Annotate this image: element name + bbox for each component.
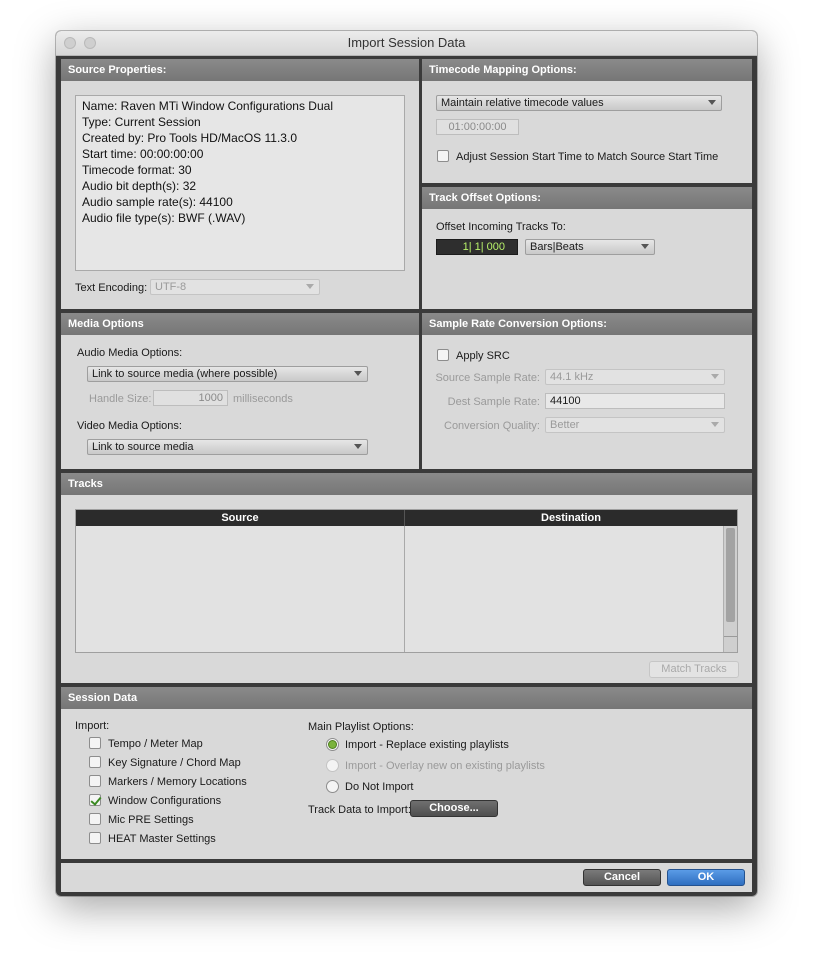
chevron-down-icon (306, 284, 314, 289)
offset-unit-select[interactable]: Bars|Beats (525, 239, 655, 255)
cancel-button[interactable]: Cancel (583, 869, 661, 886)
playlist-options-label: Main Playlist Options: (308, 721, 414, 733)
scrollbar-divider (724, 636, 737, 637)
panel-header: Source Properties: (61, 59, 419, 81)
session-data-panel: Session Data Import: Tempo / Meter Map K… (61, 687, 752, 859)
apply-src-checkbox[interactable] (437, 349, 449, 361)
chevron-down-icon (354, 444, 362, 449)
source-rate-value: 44.1 kHz (550, 371, 594, 383)
ok-button[interactable]: OK (667, 869, 745, 886)
panel-header: Session Data (61, 687, 752, 709)
timecode-field[interactable]: 01:00:00:00 (436, 119, 519, 135)
audio-media-select[interactable]: Link to source media (where possible) (87, 366, 368, 382)
property-line: Audio bit depth(s): 32 (82, 179, 197, 193)
chevron-down-icon (711, 422, 719, 427)
markers-checkbox[interactable] (89, 775, 101, 787)
adjust-start-time-checkbox[interactable] (437, 150, 449, 162)
source-column-header[interactable]: Source (76, 510, 405, 526)
chevron-down-icon (354, 371, 362, 376)
window-configurations-label: Window Configurations (108, 795, 222, 807)
property-line: Name: Raven MTi Window Configurations Du… (82, 99, 333, 113)
mic-pre-label: Mic PRE Settings (108, 814, 194, 826)
panel-header: Timecode Mapping Options: (422, 59, 752, 81)
timecode-mapping-panel: Timecode Mapping Options: Maintain relat… (422, 59, 752, 183)
source-properties-text: Name: Raven MTi Window Configurations Du… (75, 95, 405, 271)
dialog-footer: Cancel OK (61, 863, 752, 892)
overlay-playlists-label: Import - Overlay new on existing playlis… (345, 760, 545, 772)
video-media-value: Link to source media (92, 441, 194, 453)
conversion-quality-value: Better (550, 419, 580, 431)
dest-rate-field[interactable]: 44100 (545, 393, 725, 409)
offset-counter[interactable]: 1| 1| 000 (436, 239, 518, 255)
chevron-down-icon (711, 374, 719, 379)
offset-label: Offset Incoming Tracks To: (436, 221, 566, 233)
dest-rate-label: Dest Sample Rate: (447, 396, 540, 408)
video-media-select[interactable]: Link to source media (87, 439, 368, 455)
text-encoding-value: UTF-8 (155, 281, 187, 293)
handle-size-field[interactable]: 1000 (153, 390, 228, 406)
window-title: Import Session Data (347, 35, 466, 50)
sample-rate-conversion-panel: Sample Rate Conversion Options: Apply SR… (422, 313, 752, 469)
property-line: Created by: Pro Tools HD/MacOS 11.3.0 (82, 131, 297, 145)
text-encoding-label: Text Encoding: (75, 282, 148, 294)
replace-playlists-label: Import - Replace existing playlists (345, 739, 509, 751)
track-data-label: Track Data to Import: (308, 804, 411, 816)
vertical-scrollbar[interactable] (723, 526, 737, 652)
destination-column-header[interactable]: Destination (405, 510, 737, 526)
title-bar[interactable]: Import Session Data (56, 31, 757, 56)
property-line: Timecode format: 30 (82, 163, 192, 177)
chevron-down-icon (641, 244, 649, 249)
media-options-panel: Media Options Audio Media Options: Link … (61, 313, 419, 469)
markers-label: Markers / Memory Locations (108, 776, 247, 788)
overlay-playlists-radio[interactable] (326, 759, 339, 772)
property-line: Start time: 00:00:00:00 (82, 147, 204, 161)
chevron-down-icon (708, 100, 716, 105)
property-line: Audio file type(s): BWF (.WAV) (82, 211, 246, 225)
handle-size-unit: milliseconds (233, 393, 293, 405)
panel-header: Sample Rate Conversion Options: (422, 313, 752, 335)
audio-media-value: Link to source media (where possible) (92, 368, 278, 380)
choose-button[interactable]: Choose... (410, 800, 498, 817)
offset-unit-value: Bars|Beats (530, 241, 584, 253)
source-properties-panel: Source Properties: Name: Raven MTi Windo… (61, 59, 419, 309)
import-session-data-dialog: Import Session Data Source Properties: N… (56, 31, 757, 896)
apply-src-label: Apply SRC (456, 350, 510, 362)
track-offset-panel: Track Offset Options: Offset Incoming Tr… (422, 187, 752, 309)
window-configurations-checkbox[interactable] (89, 794, 101, 806)
source-rate-select[interactable]: 44.1 kHz (545, 369, 725, 385)
tempo-meter-label: Tempo / Meter Map (108, 738, 203, 750)
conversion-quality-label: Conversion Quality: (444, 420, 540, 432)
panel-header: Track Offset Options: (422, 187, 752, 209)
audio-media-label: Audio Media Options: (77, 347, 183, 359)
panel-header: Media Options (61, 313, 419, 335)
do-not-import-radio[interactable] (326, 780, 339, 793)
import-label: Import: (75, 720, 110, 732)
property-line: Type: Current Session (82, 115, 201, 129)
key-signature-label: Key Signature / Chord Map (108, 757, 241, 769)
replace-playlists-radio[interactable] (326, 738, 339, 751)
do-not-import-label: Do Not Import (345, 781, 414, 793)
mic-pre-checkbox[interactable] (89, 813, 101, 825)
key-signature-checkbox[interactable] (89, 756, 101, 768)
source-rate-label: Source Sample Rate: (435, 372, 540, 384)
heat-master-checkbox[interactable] (89, 832, 101, 844)
text-encoding-select[interactable]: UTF-8 (150, 279, 320, 295)
video-media-label: Video Media Options: (77, 420, 182, 432)
match-tracks-button[interactable]: Match Tracks (649, 661, 739, 678)
column-divider (404, 526, 405, 652)
tracks-panel: Tracks Source Destination Match Tracks (61, 473, 752, 683)
conversion-quality-select[interactable]: Better (545, 417, 725, 433)
tracks-table: Source Destination (75, 509, 738, 653)
handle-size-label: Handle Size: (89, 393, 152, 405)
scrollbar-thumb[interactable] (726, 528, 735, 622)
adjust-start-time-label: Adjust Session Start Time to Match Sourc… (456, 151, 719, 163)
panel-header: Tracks (61, 473, 752, 495)
timecode-mapping-select[interactable]: Maintain relative timecode values (436, 95, 722, 111)
property-line: Audio sample rate(s): 44100 (82, 195, 233, 209)
tempo-meter-checkbox[interactable] (89, 737, 101, 749)
timecode-mapping-value: Maintain relative timecode values (441, 97, 604, 109)
heat-master-label: HEAT Master Settings (108, 833, 216, 845)
